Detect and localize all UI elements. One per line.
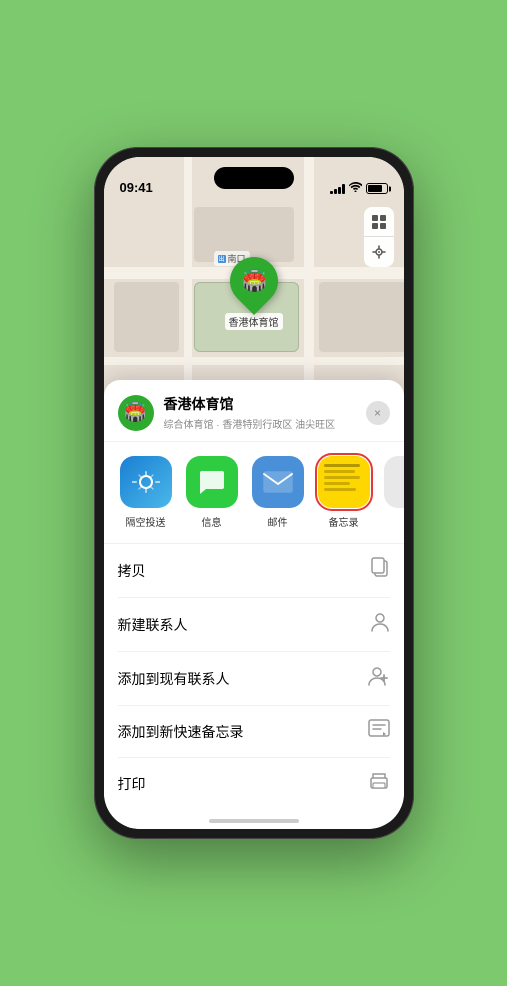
copy-icon xyxy=(370,557,390,584)
mail-icon xyxy=(252,456,304,508)
battery-icon xyxy=(366,183,388,194)
map-controls xyxy=(364,207,394,267)
mail-label: 邮件 xyxy=(268,514,288,529)
sheet-header: 🏟️ 香港体育馆 综合体育馆 · 香港特别行政区 油尖旺区 × xyxy=(104,380,404,442)
phone-screen: 09:41 xyxy=(104,157,404,829)
bottom-sheet: 🏟️ 香港体育馆 综合体育馆 · 香港特别行政区 油尖旺区 × xyxy=(104,380,404,829)
share-more[interactable]: 推 xyxy=(382,456,404,529)
map-view-button[interactable] xyxy=(364,207,394,237)
messages-label: 信息 xyxy=(202,514,222,529)
action-print-label: 打印 xyxy=(118,774,146,794)
action-add-contact[interactable]: 添加到现有联系人 xyxy=(118,652,390,706)
stadium-icon: 🏟️ xyxy=(241,269,266,294)
map-pin-label: 香港体育馆 xyxy=(225,313,283,330)
quick-note-icon xyxy=(368,719,390,744)
airdrop-icon xyxy=(120,456,172,508)
print-icon xyxy=(368,771,390,796)
share-notes[interactable]: 备忘录 xyxy=(316,456,372,529)
action-copy[interactable]: 拷贝 xyxy=(118,544,390,598)
share-messages[interactable]: 信息 xyxy=(184,456,240,529)
dynamic-island xyxy=(214,167,294,189)
venue-name: 香港体育馆 xyxy=(164,394,356,414)
venue-icon: 🏟️ xyxy=(118,395,154,431)
status-icons xyxy=(330,182,388,195)
wifi-icon xyxy=(349,182,362,195)
map-pin: 🏟️ 香港体育馆 xyxy=(225,257,283,330)
share-mail[interactable]: 邮件 xyxy=(250,456,306,529)
action-list: 拷贝 新建联系人 xyxy=(104,544,404,809)
close-button[interactable]: × xyxy=(366,401,390,425)
venue-info: 香港体育馆 综合体育馆 · 香港特别行政区 油尖旺区 xyxy=(164,394,356,431)
share-airdrop[interactable]: 隔空投送 xyxy=(118,456,174,529)
status-time: 09:41 xyxy=(120,180,153,195)
location-button[interactable] xyxy=(364,237,394,267)
signal-icon xyxy=(330,184,345,194)
messages-icon xyxy=(186,456,238,508)
person-add-icon xyxy=(368,665,390,692)
notes-icon xyxy=(318,456,370,508)
venue-description: 综合体育馆 · 香港特别行政区 油尖旺区 xyxy=(164,416,356,431)
action-print[interactable]: 打印 xyxy=(118,758,390,809)
action-add-contact-label: 添加到现有联系人 xyxy=(118,669,230,689)
action-quick-note-label: 添加到新快速备忘录 xyxy=(118,722,244,742)
notes-label: 备忘录 xyxy=(329,514,359,529)
phone-frame: 09:41 xyxy=(94,147,414,839)
home-indicator xyxy=(209,819,299,823)
person-icon xyxy=(370,611,390,638)
share-row: 隔空投送 信息 xyxy=(104,442,404,544)
airdrop-label: 隔空投送 xyxy=(126,514,166,529)
action-copy-label: 拷贝 xyxy=(118,561,146,581)
action-new-contact[interactable]: 新建联系人 xyxy=(118,598,390,652)
more-icon xyxy=(384,456,404,508)
action-new-contact-label: 新建联系人 xyxy=(118,615,188,635)
action-quick-note[interactable]: 添加到新快速备忘录 xyxy=(118,706,390,758)
